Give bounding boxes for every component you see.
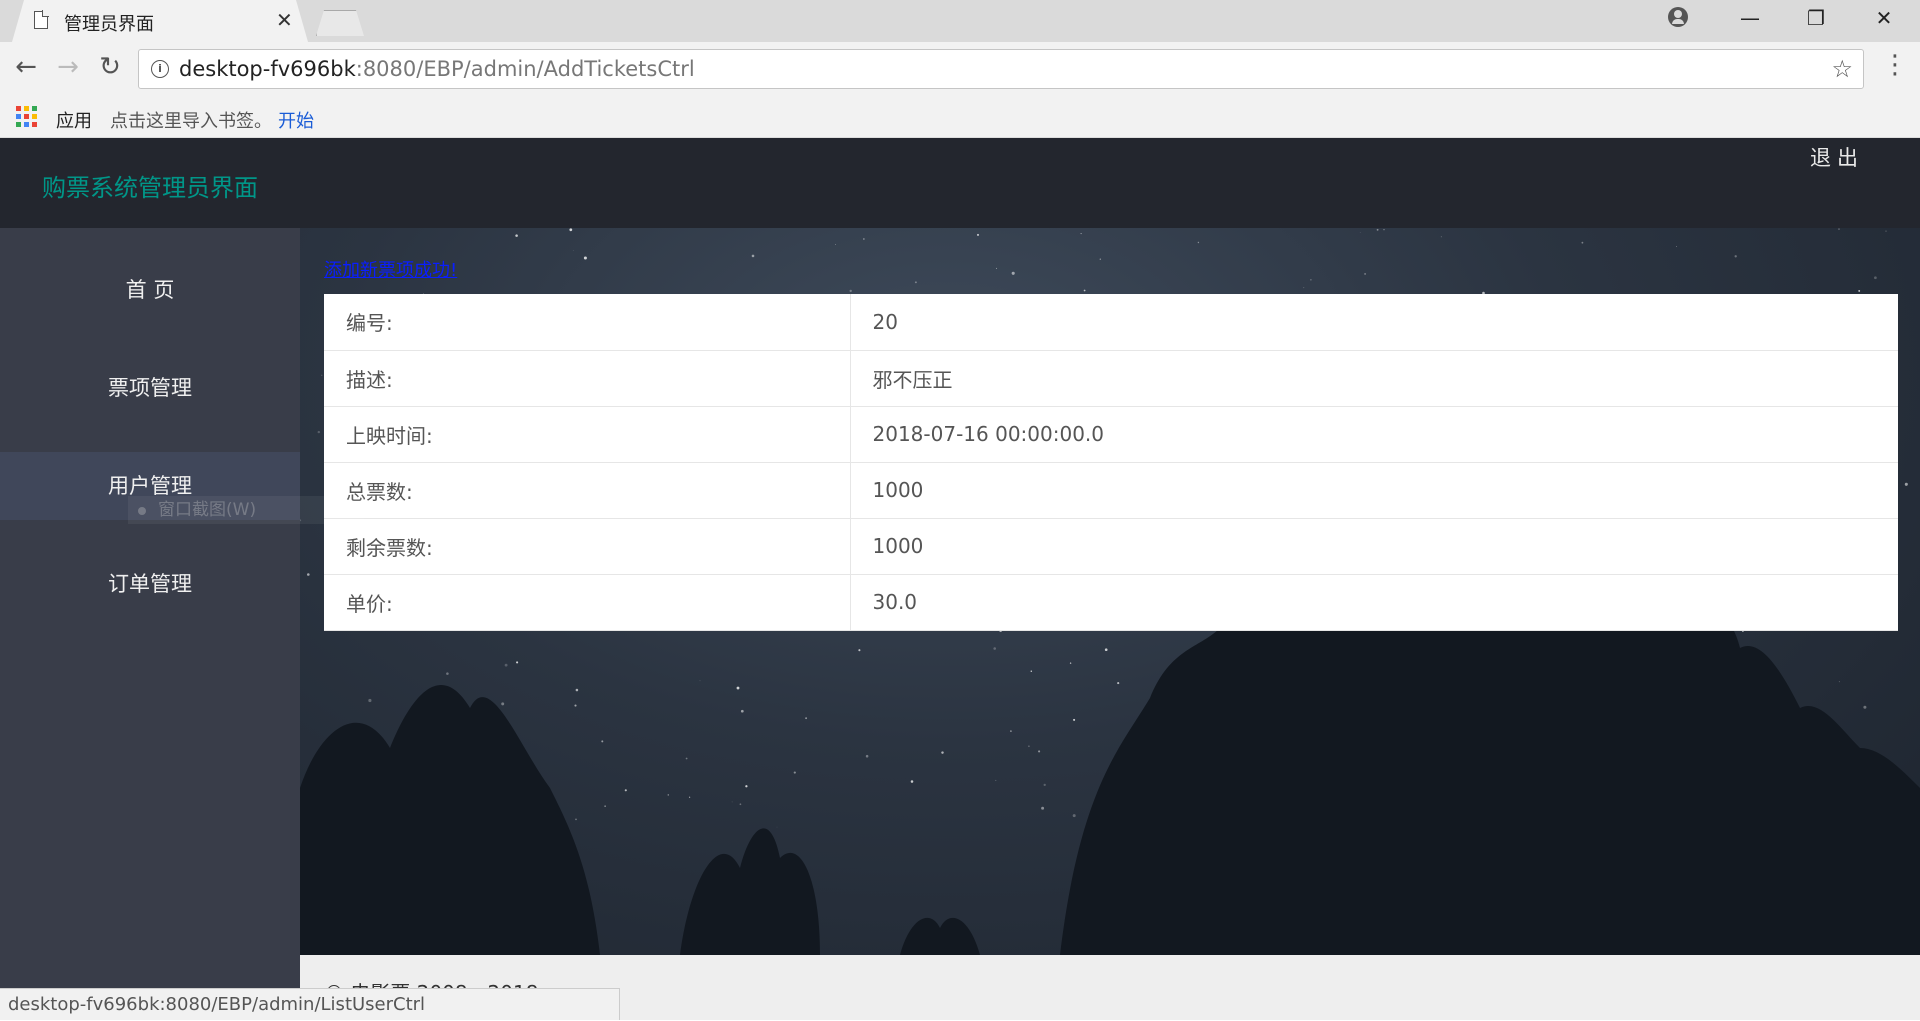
status-bar-url: desktop-fv696bk:8080/EBP/admin/ListUserC… [0, 988, 620, 1020]
url-text[interactable]: desktop-fv696bk:8080/EBP/admin/AddTicket… [179, 57, 695, 81]
back-arrow-icon[interactable]: ← [8, 52, 44, 82]
field-label: 描述: [324, 350, 851, 407]
forward-arrow-icon[interactable]: → [50, 52, 86, 82]
tab-close-icon[interactable]: ✕ [276, 8, 293, 32]
browser-toolbar: ← → ↻ i desktop-fv696bk:8080/EBP/admin/A… [0, 42, 1920, 98]
minimize-icon[interactable]: — [1730, 6, 1770, 30]
new-tab-button[interactable] [316, 10, 364, 36]
admin-header: 购票系统管理员界面 退出 [0, 138, 1920, 228]
bookmark-star-icon[interactable]: ☆ [1831, 55, 1853, 83]
document-icon [34, 10, 49, 29]
field-value: 邪不压正 [850, 350, 1898, 407]
table-row: 剩余票数: 1000 [324, 518, 1898, 575]
field-label: 单价: [324, 574, 851, 631]
browser-tab[interactable]: 管理员界面 ✕ [12, 0, 308, 42]
field-label: 剩余票数: [324, 518, 851, 575]
apps-grid-icon[interactable] [16, 106, 37, 127]
url-host: desktop-fv696bk [179, 57, 356, 81]
restore-icon[interactable]: ❐ [1796, 6, 1836, 30]
import-bookmarks-hint: 点击这里导入书签。 [110, 111, 272, 132]
field-value: 30.0 [850, 574, 1898, 631]
field-value: 20 [850, 294, 1898, 351]
sidebar: 首 页 票项管理 用户管理 订单管理 [0, 228, 300, 1020]
brand-title: 购票系统管理员界面 [42, 174, 258, 202]
tab-title: 管理员界面 [64, 14, 154, 35]
browser-menu-icon[interactable]: ⋮ [1882, 50, 1908, 80]
logout-link[interactable]: 退出 [1810, 142, 1864, 172]
field-value: 2018-07-16 00:00:00.0 [850, 406, 1898, 463]
screenshot-tooltip: 窗口截图(W) [128, 496, 364, 524]
apps-label[interactable]: 应用 [56, 107, 92, 133]
field-label: 编号: [324, 294, 851, 351]
sidebar-item-home[interactable]: 首 页 [0, 256, 300, 324]
browser-tab-strip: 管理员界面 ✕ — ❐ ✕ [0, 0, 1920, 42]
main-content: 添加新票项成功! 编号: 20 描述: 邪不压正 上映时间: 2018-07-16 0… [300, 228, 1920, 955]
window-close-icon[interactable]: ✕ [1864, 6, 1904, 30]
tooltip-bullet-icon [138, 507, 146, 515]
info-icon[interactable]: i [151, 60, 169, 78]
success-message-link[interactable]: 添加新票项成功! [324, 256, 457, 282]
start-link[interactable]: 开始 [278, 107, 314, 133]
field-value: 1000 [850, 462, 1898, 519]
reload-icon[interactable]: ↻ [92, 52, 128, 82]
table-row: 单价: 30.0 [324, 574, 1898, 631]
field-label: 总票数: [324, 462, 851, 519]
bookmarks-bar: 应用 点击这里导入书签。 开始 [0, 98, 1920, 138]
field-value: 1000 [850, 518, 1898, 575]
field-label: 上映时间: [324, 406, 851, 463]
table-row: 编号: 20 [324, 294, 1898, 351]
sidebar-item-tickets[interactable]: 票项管理 [0, 354, 300, 422]
page: 购票系统管理员界面 退出 首 页 票项管理 用户管理 订单管理 添加新票项成功!… [0, 138, 1920, 1020]
sidebar-item-orders[interactable]: 订单管理 [0, 550, 300, 618]
table-row: 总票数: 1000 [324, 462, 1898, 519]
table-row: 上映时间: 2018-07-16 00:00:00.0 [324, 406, 1898, 463]
address-bar[interactable]: i desktop-fv696bk:8080/EBP/admin/AddTick… [138, 49, 1864, 89]
ticket-details-table: 编号: 20 描述: 邪不压正 上映时间: 2018-07-16 00:00:00.0… [324, 294, 1898, 631]
tooltip-text: 窗口截图(W) [158, 500, 257, 520]
url-path: :8080/EBP/admin/AddTicketsCtrl [355, 57, 695, 81]
table-row: 描述: 邪不压正 [324, 350, 1898, 407]
profile-icon[interactable] [1668, 7, 1688, 27]
